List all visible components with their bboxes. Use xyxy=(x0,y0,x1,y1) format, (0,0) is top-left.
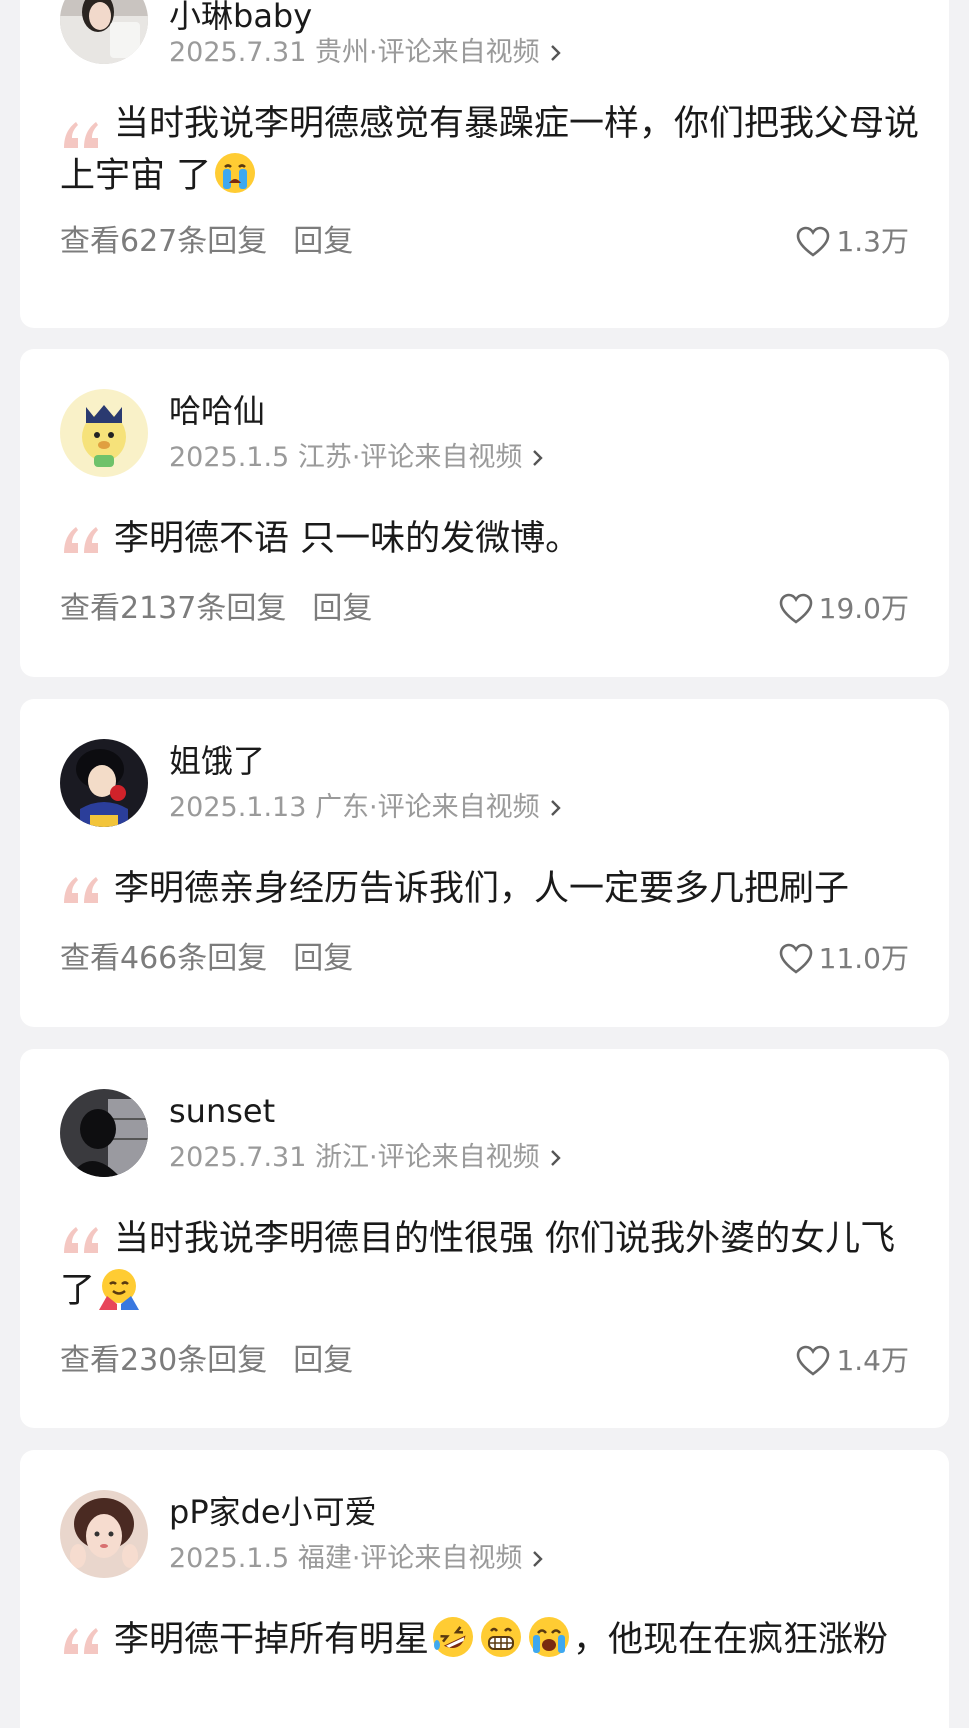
like-count: 1.3万 xyxy=(836,225,909,258)
comment-text: 当时我说李明德感觉有暴躁症一样，你们把我父母说上宇宙 了 xyxy=(60,98,920,202)
comment-meta[interactable]: 2025.1.5 福建 ·评论来自视频 xyxy=(169,1542,548,1576)
avatar[interactable] xyxy=(60,0,148,64)
like-button[interactable]: 19.0万 xyxy=(779,589,909,629)
comment-text: 当时我说李明德目的性很强 你们说我外婆的女儿飞了 xyxy=(60,1213,920,1317)
comment-meta[interactable]: 2025.1.5 江苏 ·评论来自视频 xyxy=(169,441,548,475)
comment-actions: 查看627条回复 回复 xyxy=(60,222,353,262)
comment-card: 姐饿了 2025.1.13 广东 ·评论来自视频 李明德亲身经历告诉我们，人一定要… xyxy=(20,699,949,1027)
comment-body: 李明德亲身经历告诉我们，人一定要多几把刷子 xyxy=(114,869,850,909)
comment-actions: 查看2137条回复 回复 xyxy=(60,589,372,629)
like-count: 11.0万 xyxy=(818,942,909,975)
chevron-right-icon xyxy=(533,450,544,466)
chevron-right-icon xyxy=(550,1150,561,1166)
view-replies-button[interactable]: 查看230条回复 xyxy=(60,1341,267,1381)
comment-card: 小琳baby 2025.7.31 贵州 ·评论来自视频 当时我说李明德感觉有暴躁症… xyxy=(20,0,949,328)
view-replies-button[interactable]: 查看627条回复 xyxy=(60,222,267,262)
avatar[interactable] xyxy=(60,1089,148,1177)
username[interactable]: 小琳baby xyxy=(169,0,312,36)
comment-location: 福建 xyxy=(297,1543,352,1574)
comment-date: 2025.7.31 xyxy=(169,37,307,68)
comment-source: ·评论来自视频 xyxy=(369,37,540,68)
comment-source: ·评论来自视频 xyxy=(369,1142,540,1173)
comment-date: 2025.1.5 xyxy=(169,1543,290,1574)
comment-meta[interactable]: 2025.7.31 浙江 ·评论来自视频 xyxy=(169,1141,566,1175)
like-count: 1.4万 xyxy=(836,1344,909,1377)
grin-emoji xyxy=(481,1617,522,1657)
comment-location: 浙江 xyxy=(315,1142,370,1173)
heart-icon xyxy=(797,1345,830,1376)
comment-body: 当时我说李明德目的性很强 你们说我外婆的女儿飞了 xyxy=(60,1219,896,1311)
comment-body: 李明德不语 只一味的发微博。 xyxy=(114,519,581,559)
heart-icon xyxy=(779,593,812,624)
comment-body: 当时我说李明德感觉有暴躁症一样，你们把我父母说上宇宙 了 xyxy=(60,104,920,196)
like-button[interactable]: 1.3万 xyxy=(796,222,909,262)
like-button[interactable]: 1.4万 xyxy=(796,1341,909,1381)
comment-card: 哈哈仙 2025.1.5 江苏 ·评论来自视频 李明德不语 只一味的发微博。 查看… xyxy=(20,349,949,677)
comment-body: 李明德干掉所有明星 xyxy=(114,1620,430,1660)
reply-button[interactable]: 回复 xyxy=(293,939,353,979)
chevron-right-icon xyxy=(550,45,561,61)
crying-face-emoji xyxy=(215,153,256,193)
username[interactable]: 哈哈仙 xyxy=(169,391,265,431)
comment-location: 广东 xyxy=(315,792,370,823)
comment-location: 贵州 xyxy=(315,37,370,68)
reply-button[interactable]: 回复 xyxy=(293,1341,353,1381)
comment-location: 江苏 xyxy=(297,442,352,473)
comment-source: ·评论来自视频 xyxy=(351,442,523,473)
chevron-right-icon xyxy=(533,1551,544,1567)
comment-date: 2025.1.13 xyxy=(169,792,307,823)
reply-button[interactable]: 回复 xyxy=(312,589,372,629)
comment-date: 2025.7.31 xyxy=(169,1142,307,1173)
comment-actions: 查看466条回复 回复 xyxy=(60,939,353,979)
comment-text: 李明德干掉所有明星 ，他现在在疯狂涨粉 xyxy=(60,1614,920,1666)
comment-meta[interactable]: 2025.7.31 贵州 ·评论来自视频 xyxy=(169,36,566,70)
like-button[interactable]: 11.0万 xyxy=(779,939,909,979)
avatar[interactable] xyxy=(60,389,148,477)
comment-text: 李明德亲身经历告诉我们，人一定要多几把刷子 xyxy=(60,863,920,915)
comment-feed: 小琳baby 2025.7.31 贵州 ·评论来自视频 当时我说李明德感觉有暴躁症… xyxy=(0,0,969,1728)
sob-emoji xyxy=(529,1617,570,1657)
comment-card: pP家de小可爱 2025.1.5 福建 ·评论来自视频 李明德干掉所有明星 ，… xyxy=(20,1450,949,1728)
chevron-right-icon xyxy=(550,800,561,816)
like-count: 19.0万 xyxy=(818,592,909,625)
reply-button[interactable]: 回复 xyxy=(293,222,353,262)
hugging-emoji xyxy=(99,1269,140,1310)
avatar[interactable] xyxy=(60,739,148,827)
comment-date: 2025.1.5 xyxy=(169,442,290,473)
comment-source: ·评论来自视频 xyxy=(369,792,540,823)
comment-card: sunset 2025.7.31 浙江 ·评论来自视频 当时我说李明德目的性很强 … xyxy=(20,1049,949,1428)
comment-meta[interactable]: 2025.1.13 广东 ·评论来自视频 xyxy=(169,791,566,825)
username[interactable]: 姐饿了 xyxy=(169,741,265,781)
view-replies-button[interactable]: 查看2137条回复 xyxy=(60,589,286,629)
heart-icon xyxy=(779,943,812,974)
heart-icon xyxy=(797,226,830,257)
comment-source: ·评论来自视频 xyxy=(351,1543,523,1574)
view-replies-button[interactable]: 查看466条回复 xyxy=(60,939,267,979)
username[interactable]: pP家de小可爱 xyxy=(169,1492,377,1532)
comment-actions: 查看230条回复 回复 xyxy=(60,1341,353,1381)
comment-body-continued: ，他现在在疯狂涨粉 xyxy=(573,1620,889,1660)
username[interactable]: sunset xyxy=(169,1091,275,1131)
rofl-emoji xyxy=(433,1617,474,1657)
comment-text: 李明德不语 只一味的发微博。 xyxy=(60,513,920,565)
avatar[interactable] xyxy=(60,1490,148,1578)
